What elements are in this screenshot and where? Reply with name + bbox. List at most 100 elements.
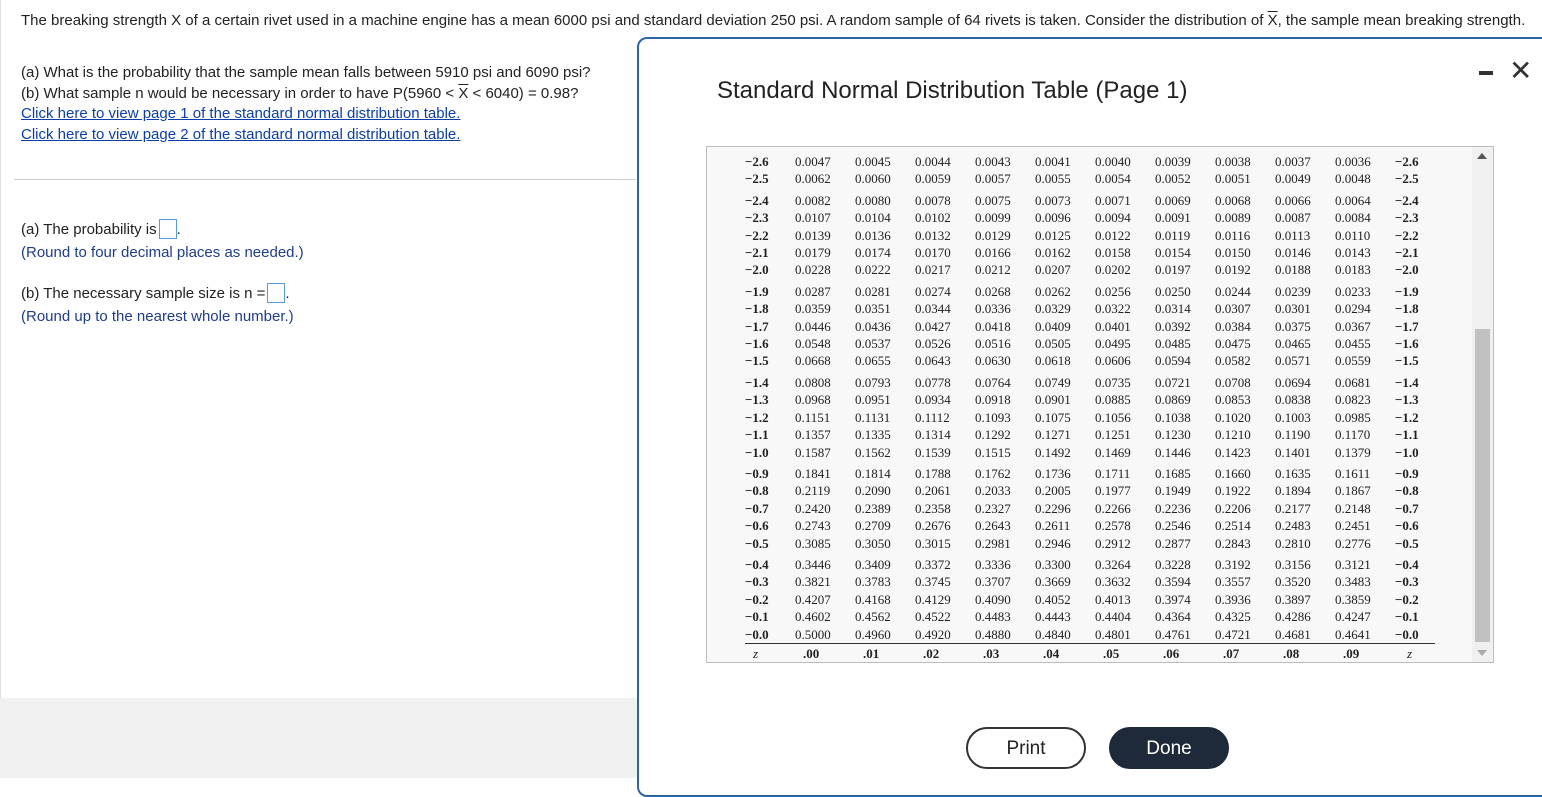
z-value-cell: −0.2 — [745, 591, 769, 607]
probability-cell: 0.1170 — [1335, 427, 1371, 443]
column-header: .08 — [1275, 642, 1335, 662]
probability-cell: 0.0059 — [915, 171, 951, 187]
scrollbar-thumb[interactable] — [1475, 329, 1490, 642]
probability-cell: 0.3632 — [1095, 574, 1131, 590]
z-value-cell: −0.9 — [1395, 465, 1419, 481]
probability-cell: 0.4920 — [915, 626, 951, 642]
probability-cell: 0.1003 — [1275, 409, 1311, 425]
z-value-cell: −2.2 — [1395, 227, 1419, 243]
probability-cell: 0.0036 — [1335, 154, 1371, 169]
probability-cell: 0.0495 — [1095, 336, 1131, 352]
z-value-cell: −1.6 — [745, 336, 769, 352]
probability-cell: 0.0139 — [795, 227, 831, 243]
probability-cell: 0.0571 — [1275, 353, 1311, 369]
probability-cell: 0.0102 — [915, 210, 951, 226]
table-row: −0.1 0.4602 0.4562 0.4522 0.4483 0.4443 0.4404… — [745, 608, 1435, 625]
probability-cell: 0.3336 — [975, 556, 1011, 572]
z-value-cell: −1.6 — [1395, 336, 1419, 352]
z-value-cell: −1.0 — [745, 444, 769, 460]
done-button[interactable]: Done — [1109, 727, 1229, 769]
probability-cell: 0.2810 — [1275, 535, 1311, 551]
probability-cell: 0.2148 — [1335, 500, 1371, 516]
probability-cell: 0.2709 — [855, 518, 891, 534]
probability-cell: 0.0052 — [1155, 171, 1191, 187]
probability-cell: 0.2877 — [1155, 535, 1191, 551]
table-row: −0.8 0.2119 0.2090 0.2061 0.2033 0.2005 0.1977… — [745, 482, 1435, 499]
probability-cell: 0.1020 — [1215, 409, 1251, 425]
probability-cell: 0.3557 — [1215, 574, 1251, 590]
z-value-cell: −2.4 — [745, 192, 769, 208]
z-value-cell: −0.5 — [1395, 535, 1419, 551]
probability-cell: 0.0039 — [1155, 154, 1191, 169]
probability-cell: 0.0823 — [1335, 392, 1371, 408]
probability-cell: 0.1685 — [1155, 465, 1191, 481]
probability-cell: 0.0233 — [1335, 283, 1371, 299]
probability-cell: 0.4761 — [1155, 626, 1191, 642]
close-icon[interactable]: ✕ — [1509, 57, 1532, 85]
probability-cell: 0.1151 — [795, 409, 831, 425]
probability-cell: 0.0217 — [915, 262, 951, 278]
z-value-cell: −1.5 — [1395, 353, 1419, 369]
probability-cell: 0.0089 — [1215, 210, 1251, 226]
xbar-symbol: X — [1267, 12, 1278, 29]
probability-cell: 0.0934 — [915, 392, 951, 408]
print-button[interactable]: Print — [966, 727, 1086, 769]
probability-cell: 0.1401 — [1275, 444, 1311, 460]
probability-cell: 0.1314 — [915, 427, 951, 443]
probability-cell: 0.3745 — [915, 574, 951, 590]
table-page2-link[interactable]: Click here to view page 2 of the standar… — [21, 125, 591, 146]
z-value-cell: −0.8 — [1395, 483, 1419, 499]
probability-cell: 0.2061 — [915, 483, 951, 499]
probability-cell: 0.0212 — [975, 262, 1011, 278]
probability-cell: 0.3300 — [1035, 556, 1071, 572]
z-value-cell: −2.0 — [745, 262, 769, 278]
probability-cell: 0.0091 — [1155, 210, 1191, 226]
probability-cell: 0.0681 — [1335, 374, 1371, 390]
probability-cell: 0.0606 — [1095, 353, 1131, 369]
z-value-cell: −0.4 — [1395, 556, 1419, 572]
scrollbar[interactable] — [1472, 147, 1493, 662]
probability-cell: 0.1660 — [1215, 465, 1251, 481]
probability-cell: 0.0113 — [1275, 227, 1311, 243]
z-value-cell: −1.9 — [1395, 283, 1419, 299]
probability-cell: 0.3936 — [1215, 591, 1251, 607]
table-row: −1.0 0.1587 0.1562 0.1539 0.1515 0.1492 0.1469… — [745, 444, 1435, 461]
probability-cell: 0.3409 — [855, 556, 891, 572]
intro-text: The breaking strength X of a certain riv… — [21, 12, 1268, 29]
scroll-up-arrow-icon[interactable] — [1477, 153, 1487, 159]
probability-cell: 0.0162 — [1035, 245, 1071, 261]
probability-cell: 0.0125 — [1035, 227, 1071, 243]
table-page1-link[interactable]: Click here to view page 1 of the standar… — [21, 104, 591, 125]
answer-b-input[interactable] — [267, 283, 286, 303]
probability-cell: 0.0037 — [1275, 154, 1311, 169]
probability-cell: 0.0048 — [1335, 171, 1371, 187]
probability-cell: 0.0066 — [1275, 192, 1311, 208]
probability-cell: 0.0250 — [1155, 283, 1191, 299]
z-value-cell: −2.3 — [745, 210, 769, 226]
probability-cell: 0.0721 — [1155, 374, 1191, 390]
z-value-cell: −1.2 — [1395, 409, 1419, 425]
probability-cell: 0.0143 — [1335, 245, 1371, 261]
probability-cell: 0.0392 — [1155, 318, 1191, 334]
scroll-down-arrow-icon[interactable] — [1477, 650, 1487, 656]
answer-a-input[interactable] — [158, 219, 177, 239]
table-scroll-area[interactable]: −2.6 0.0047 0.0045 0.0044 0.0043 0.0041 0.0040… — [707, 147, 1472, 662]
probability-cell: 0.1446 — [1155, 444, 1191, 460]
minimize-icon[interactable] — [1479, 71, 1493, 75]
probability-cell: 0.0188 — [1275, 262, 1311, 278]
probability-cell: 0.1093 — [975, 409, 1011, 425]
probability-cell: 0.4364 — [1155, 609, 1191, 625]
probability-cell: 0.4522 — [915, 609, 951, 625]
probability-cell: 0.1635 — [1275, 465, 1311, 481]
probability-cell: 0.4286 — [1275, 609, 1311, 625]
probability-cell: 0.2981 — [975, 535, 1011, 551]
probability-cell: 0.4129 — [915, 591, 951, 607]
probability-cell: 0.3050 — [855, 535, 891, 551]
z-value-cell: −0.6 — [745, 518, 769, 534]
probability-cell: 0.0344 — [915, 301, 951, 317]
probability-cell: 0.0087 — [1275, 210, 1311, 226]
table-row: −0.5 0.3085 0.3050 0.3015 0.2981 0.2946 0.2912… — [745, 535, 1435, 552]
probability-cell: 0.0559 — [1335, 353, 1371, 369]
probability-cell: 0.0708 — [1215, 374, 1251, 390]
z-value-cell: −1.4 — [1395, 374, 1419, 390]
